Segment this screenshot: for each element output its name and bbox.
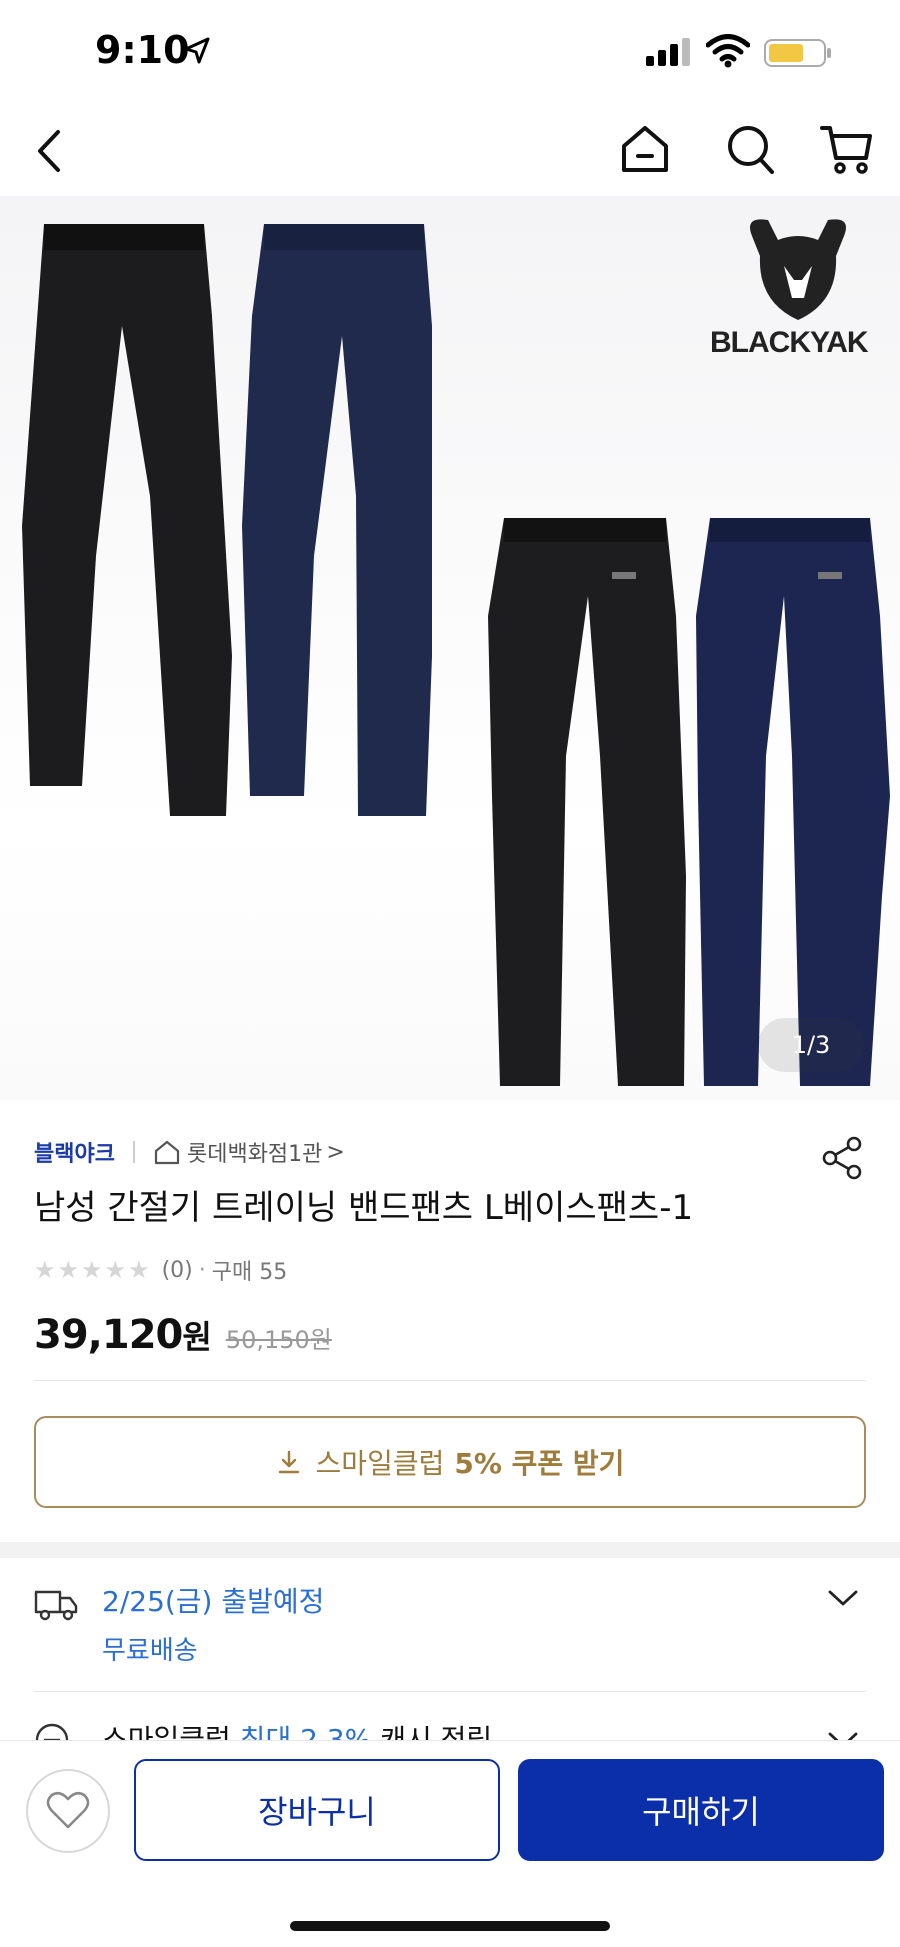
divider [34,1691,866,1692]
rating-row: ★ ★ ★ ★ ★ (0) · 구매 55 [34,1254,287,1286]
divider [34,1380,866,1381]
status-time: 9:10 [95,28,190,72]
buy-now-button[interactable]: 구매하기 [518,1759,884,1861]
cart-icon[interactable] [818,120,876,178]
chevron-down-icon[interactable] [826,1586,860,1610]
image-counter: 1/3 [758,1018,864,1072]
coupon-button[interactable]: 스마일클럽 5% 쿠폰 받기 [34,1416,866,1508]
sale-price: 39,120 [34,1312,183,1358]
heart-icon [46,1791,90,1829]
chevron-left-icon[interactable] [30,126,70,176]
wifi-icon [706,34,750,68]
divider [132,1141,135,1163]
free-shipping: 무료배송 [102,1636,198,1666]
store-link[interactable]: 롯데백화점1관 [187,1136,322,1168]
seller-row: 블랙야크 롯데백화점1관 > [34,1136,345,1168]
purchase-count: 구매 55 [211,1260,288,1285]
star-icon: ★ [104,1256,127,1284]
search-icon[interactable] [722,120,780,178]
product-image-carousel[interactable]: BLACKYAK 1/3 [0,196,900,1100]
wishlist-button[interactable] [26,1769,110,1853]
section-gap [0,1542,900,1558]
star-icon: ★ [57,1256,80,1284]
brand-link[interactable]: 블랙야크 [34,1136,115,1168]
navy-pants-back [696,518,890,1086]
price-row: 39,120 원 50,150원 [34,1312,332,1358]
product-title: 남성 간절기 트레이닝 밴드팬츠 L베이스팬츠-1 [34,1188,694,1228]
add-to-cart-button[interactable]: 장바구니 [134,1759,500,1861]
coupon-label: 스마일클럽 [315,1447,445,1480]
store-home-icon [154,1140,180,1165]
home-indicator [290,1921,610,1931]
original-price: 50,150원 [225,1326,332,1354]
share-icon[interactable] [818,1134,866,1182]
delivery-date: 2/25(금) 출발예정 [102,1585,325,1618]
star-icon: ★ [128,1256,150,1284]
location-arrow-icon [184,37,210,64]
truck-icon [34,1590,78,1621]
review-count[interactable]: (0) [162,1258,193,1283]
navy-pants-front [242,224,432,816]
black-pants-back [488,518,686,1086]
star-icon: ★ [34,1256,56,1284]
signal-icon [646,38,690,66]
download-icon [278,1450,299,1474]
brand-logo-text: BLACKYAK [710,326,869,359]
separator-dot: · [198,1257,206,1283]
star-icon: ★ [81,1256,103,1284]
price-unit: 원 [182,1318,212,1356]
coupon-bold-label: 5% 쿠폰 받기 [454,1447,625,1480]
black-pants-front [22,224,232,816]
rating-stars: ★ ★ ★ ★ ★ [34,1258,150,1282]
chevron-right-icon: > [326,1139,345,1165]
top-nav [0,110,900,190]
battery-icon [764,39,831,67]
status-bar: 9:10 [0,0,900,100]
bottom-action-bar: 장바구니 구매하기 [0,1740,900,1947]
delivery-row[interactable]: 2/25(금) 출발예정 무료배송 [34,1580,866,1670]
home-icon[interactable] [616,120,674,178]
